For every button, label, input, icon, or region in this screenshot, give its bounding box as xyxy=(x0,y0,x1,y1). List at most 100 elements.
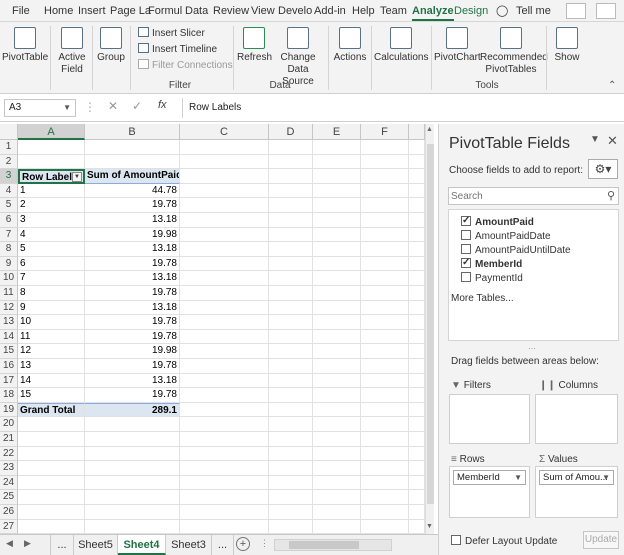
field-paymentid[interactable]: PaymentId xyxy=(461,272,523,285)
cell[interactable] xyxy=(361,446,409,462)
cell[interactable] xyxy=(361,417,409,432)
update-button[interactable]: Update xyxy=(583,531,619,549)
cell[interactable] xyxy=(269,505,313,520)
cell[interactable] xyxy=(180,475,269,491)
filter-connections-button[interactable]: Filter Connections xyxy=(138,58,233,73)
cell[interactable] xyxy=(269,169,313,184)
row-header[interactable]: 6 xyxy=(0,213,18,228)
pivot-row-label[interactable]: 14 xyxy=(18,373,85,389)
tab-review[interactable]: Review xyxy=(213,0,249,22)
cell[interactable] xyxy=(269,140,313,155)
cell[interactable] xyxy=(85,519,180,535)
row-header[interactable]: 2 xyxy=(0,154,18,170)
cell[interactable] xyxy=(180,446,269,462)
cell[interactable] xyxy=(85,446,180,462)
row-header[interactable]: 11 xyxy=(0,286,18,301)
cell[interactable] xyxy=(180,388,269,403)
row-header[interactable]: 9 xyxy=(0,256,18,272)
column-header[interactable]: F xyxy=(361,124,409,140)
cell[interactable] xyxy=(409,213,425,228)
cell[interactable] xyxy=(361,519,409,535)
pivot-row-label[interactable]: 7 xyxy=(18,271,85,286)
pivot-row-label[interactable]: 6 xyxy=(18,256,85,272)
grand-total-value[interactable]: 289.1 xyxy=(85,402,180,418)
actions-button[interactable]: Actions xyxy=(332,27,368,64)
filter-dropdown-icon[interactable]: ▼ xyxy=(72,172,82,182)
cell[interactable] xyxy=(269,490,313,505)
cell[interactable] xyxy=(361,183,409,199)
pivot-row-label[interactable]: 4 xyxy=(18,227,85,243)
pivot-row-label[interactable]: 10 xyxy=(18,315,85,330)
rows-field-memberid[interactable]: MemberId ▼ xyxy=(453,470,526,485)
cell[interactable] xyxy=(361,505,409,520)
cell[interactable] xyxy=(409,344,425,359)
tab-page-layout[interactable]: Page La xyxy=(110,0,151,22)
cell[interactable] xyxy=(313,490,361,505)
cell[interactable] xyxy=(269,519,313,535)
cell[interactable] xyxy=(361,154,409,170)
cell[interactable] xyxy=(361,169,409,184)
cell[interactable] xyxy=(361,359,409,374)
checkbox-icon[interactable] xyxy=(461,230,471,240)
cell[interactable] xyxy=(313,344,361,359)
cell[interactable] xyxy=(180,417,269,432)
pivot-row-value[interactable]: 13.18 xyxy=(85,242,180,257)
cell[interactable] xyxy=(180,183,269,199)
row-header[interactable]: 27 xyxy=(0,519,18,535)
tab-home[interactable]: Home xyxy=(44,0,73,22)
horizontal-scrollbar[interactable] xyxy=(274,539,392,551)
tab-help[interactable]: Help xyxy=(352,0,375,22)
pivot-row-label[interactable]: 8 xyxy=(18,286,85,301)
row-header[interactable]: 14 xyxy=(0,329,18,345)
row-header[interactable]: 3 xyxy=(0,169,18,184)
pivot-row-label[interactable]: 12 xyxy=(18,344,85,359)
cell[interactable] xyxy=(180,198,269,213)
cell[interactable] xyxy=(313,388,361,403)
cell[interactable] xyxy=(409,519,425,535)
pivot-row-value[interactable]: 19.78 xyxy=(85,286,180,301)
cell[interactable] xyxy=(313,461,361,476)
cell[interactable] xyxy=(361,475,409,491)
row-header[interactable]: 16 xyxy=(0,359,18,374)
cell[interactable] xyxy=(180,490,269,505)
pivot-header-row-labels[interactable]: Row Labels ▼ xyxy=(18,169,85,184)
cell[interactable] xyxy=(180,213,269,228)
cell[interactable] xyxy=(313,315,361,330)
row-header[interactable]: 10 xyxy=(0,271,18,286)
pivot-row-label[interactable]: 5 xyxy=(18,242,85,257)
cell[interactable] xyxy=(85,461,180,476)
cell[interactable] xyxy=(409,154,425,170)
cell[interactable] xyxy=(313,183,361,199)
cell[interactable] xyxy=(361,271,409,286)
column-header[interactable]: D xyxy=(269,124,313,140)
cell[interactable] xyxy=(18,432,85,447)
tell-me[interactable]: Tell me xyxy=(516,0,551,22)
cell[interactable] xyxy=(409,388,425,403)
cell[interactable] xyxy=(269,461,313,476)
cell[interactable] xyxy=(180,140,269,155)
scroll-thumb[interactable] xyxy=(427,144,434,504)
row-header[interactable]: 12 xyxy=(0,300,18,316)
cell[interactable] xyxy=(361,344,409,359)
cell[interactable] xyxy=(361,402,409,418)
cell[interactable] xyxy=(313,154,361,170)
cell[interactable] xyxy=(409,242,425,257)
cell[interactable] xyxy=(313,140,361,155)
cell[interactable] xyxy=(269,154,313,170)
add-sheet-icon[interactable]: + xyxy=(236,537,250,551)
tab-add-ins[interactable]: Add-in xyxy=(314,0,346,22)
cell[interactable] xyxy=(313,475,361,491)
pivot-header-sum[interactable]: Sum of AmountPaid xyxy=(85,169,180,184)
checkbox-checked-icon[interactable] xyxy=(461,214,471,227)
tab-formulas[interactable]: Formul xyxy=(148,0,182,22)
tab-design[interactable]: Design xyxy=(454,0,488,22)
tab-team[interactable]: Team xyxy=(380,0,407,22)
cell[interactable] xyxy=(361,432,409,447)
tab-file[interactable]: File xyxy=(12,0,30,22)
pivot-row-value[interactable]: 13.18 xyxy=(85,271,180,286)
enter-icon[interactable]: ✓ xyxy=(132,99,142,113)
cell[interactable] xyxy=(313,227,361,243)
cell[interactable] xyxy=(18,519,85,535)
tab-analyze[interactable]: Analyze xyxy=(412,0,454,21)
cell[interactable] xyxy=(180,432,269,447)
